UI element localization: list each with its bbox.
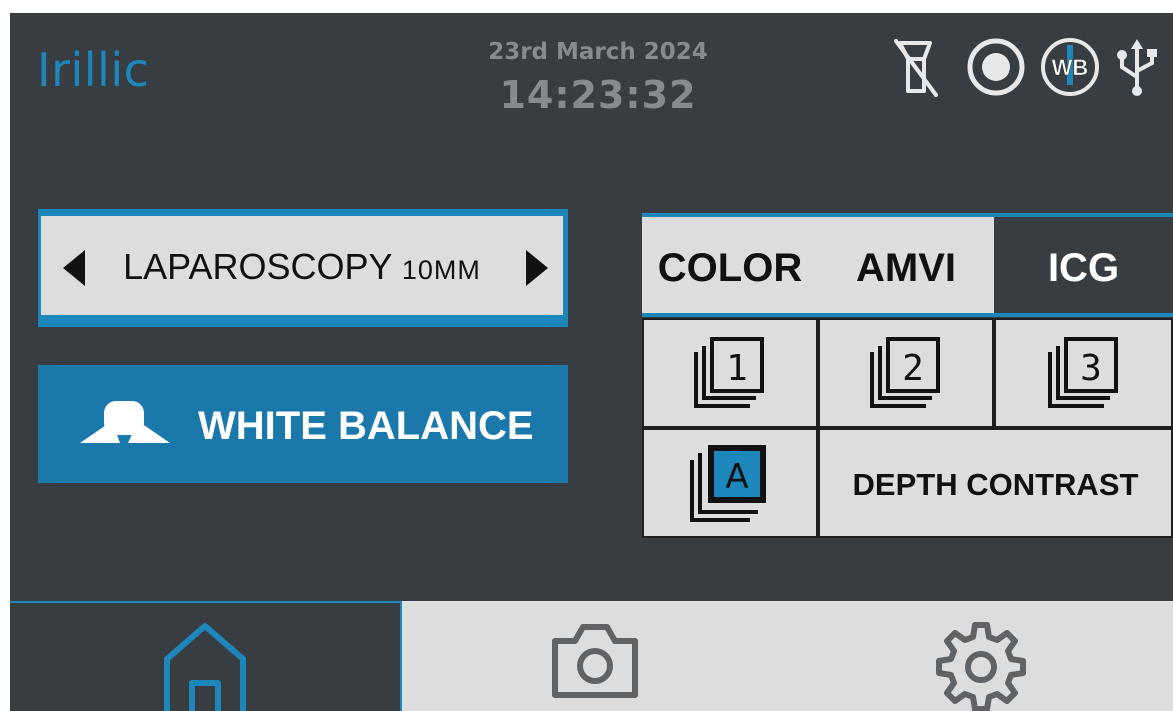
preset-1-number: 1	[726, 348, 748, 389]
imaging-mode-tabs-body: COLOR AMVI ICG	[642, 217, 1173, 313]
nav-home[interactable]	[10, 601, 402, 711]
tab-amvi[interactable]: AMVI	[818, 217, 994, 313]
imaging-mode-tabs: COLOR AMVI ICG	[642, 213, 1173, 317]
preset-1-button[interactable]: 1	[644, 320, 816, 426]
preset-auto-icon: A	[690, 445, 766, 522]
procedure-selector: LAPAROSCOPY 10MM	[38, 209, 568, 327]
brand-logo: Irillic	[37, 43, 150, 97]
preset-grid: 1 2 3 A DEPTH CONTRAST	[642, 318, 1173, 538]
depth-contrast-button[interactable]: DEPTH CONTRAST	[820, 430, 1171, 536]
next-procedure-button[interactable]	[526, 250, 548, 286]
gear-icon	[935, 622, 1026, 711]
nav-settings[interactable]	[788, 601, 1173, 711]
previous-procedure-button[interactable]	[63, 250, 85, 286]
wb-badge-label: WB	[1052, 55, 1089, 80]
preset-auto-button[interactable]: A	[644, 430, 816, 536]
clock-display: 14:23:32	[499, 73, 697, 117]
white-balance-icon	[80, 401, 170, 443]
white-balance-status-icon: WB	[1038, 37, 1102, 97]
preset-2-number: 2	[902, 348, 924, 389]
home-icon	[164, 623, 246, 711]
device-screen: Irillic 23rd March 2024 14:23:32 WB LAPA…	[10, 13, 1173, 711]
preset-auto-letter: A	[725, 457, 748, 497]
bottom-navigation	[10, 601, 1173, 711]
procedure-selector-body: LAPAROSCOPY 10MM	[41, 216, 563, 315]
tab-icg[interactable]: ICG	[994, 217, 1173, 313]
camera-icon	[552, 624, 638, 698]
record-icon	[965, 37, 1027, 97]
nav-camera[interactable]	[402, 601, 788, 711]
preset-3-button[interactable]: 3	[996, 320, 1171, 426]
tab-color[interactable]: COLOR	[642, 217, 818, 313]
preset-3-icon: 3	[1047, 337, 1118, 408]
preset-1-icon: 1	[694, 337, 764, 408]
no-flash-icon	[890, 37, 950, 97]
preset-2-button[interactable]: 2	[820, 320, 992, 426]
preset-3-number: 3	[1080, 348, 1102, 389]
procedure-name: LAPAROSCOPY	[123, 246, 402, 287]
usb-icon	[1112, 37, 1162, 97]
depth-contrast-label: DEPTH CONTRAST	[852, 467, 1139, 502]
preset-2-icon: 2	[870, 337, 940, 408]
procedure-label: LAPAROSCOPY 10MM	[89, 216, 515, 315]
white-balance-label: WHITE BALANCE	[198, 404, 534, 448]
white-balance-button[interactable]: WHITE BALANCE	[38, 365, 568, 483]
procedure-size: 10MM	[401, 255, 481, 285]
date-display: 23rd March 2024	[488, 39, 708, 65]
